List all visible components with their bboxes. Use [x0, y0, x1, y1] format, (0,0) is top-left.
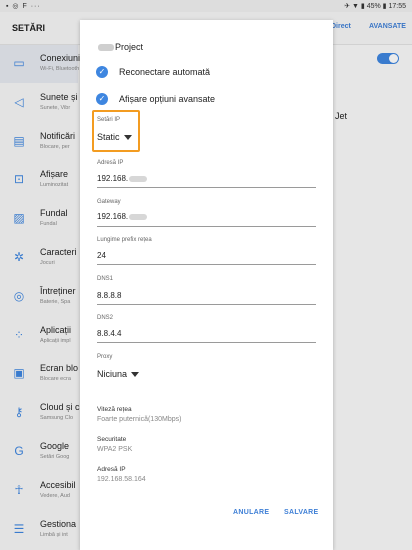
redacted-ip-octets — [129, 175, 148, 182]
gateway-input[interactable]: 192.168. — [97, 212, 148, 221]
prefix-length-input[interactable]: 24 — [97, 251, 106, 260]
security-value: WPA2 PSK — [97, 446, 133, 453]
ip-info-label: Adresă IP — [97, 466, 126, 473]
dns1-underline — [97, 304, 316, 305]
ip-address-underline — [97, 187, 316, 188]
ip-address-input[interactable]: 192.168. — [97, 174, 148, 183]
ip-address-label: Adresă IP — [97, 160, 124, 166]
ip-settings-dropdown[interactable]: Static — [97, 132, 132, 142]
ip-settings-value: Static — [97, 132, 120, 142]
proxy-label: Proxy — [97, 354, 113, 360]
show-advanced-checkbox[interactable]: ✓ — [96, 93, 108, 105]
redacted-gateway-octets — [129, 213, 148, 220]
prefix-length-label: Lungime prefix rețea — [97, 237, 152, 243]
ip-settings-label: Setări IP — [97, 117, 121, 123]
save-button[interactable]: SALVARE — [284, 509, 319, 516]
link-speed-label: Viteză rețea — [97, 406, 132, 413]
redacted-network-prefix — [98, 44, 114, 52]
auto-reconnect-checkbox[interactable]: ✓ — [96, 66, 108, 78]
wifi-network-dialog: Project ✓ Reconectare automată ✓ Afișare… — [80, 20, 333, 550]
prefix-length-underline — [97, 264, 316, 265]
chevron-down-icon — [123, 135, 132, 141]
proxy-dropdown[interactable]: Niciuna — [97, 369, 140, 379]
dns2-label: DNS2 — [97, 315, 114, 321]
cancel-button[interactable]: ANULARE — [233, 509, 269, 516]
security-label: Securitate — [97, 436, 127, 443]
chevron-down-icon — [131, 372, 140, 378]
gateway-value: 192.168. — [97, 212, 129, 221]
dns1-input[interactable]: 8.8.8.8 — [97, 291, 121, 300]
gateway-underline — [97, 226, 316, 227]
dialog-title: Project — [98, 42, 143, 52]
dns2-input[interactable]: 8.8.4.4 — [97, 329, 121, 338]
dns2-underline — [97, 342, 316, 343]
ip-address-value: 192.168. — [97, 174, 129, 183]
link-speed-value: Foarte puternică(130Mbps) — [97, 416, 182, 423]
show-advanced-label: Afișare opțiuni avansate — [119, 94, 216, 104]
auto-reconnect-label: Reconectare automată — [119, 67, 211, 77]
proxy-value: Niciuna — [97, 369, 128, 379]
network-name: Project — [115, 42, 144, 52]
ip-info-value: 192.168.58.164 — [97, 476, 146, 483]
dns1-label: DNS1 — [97, 276, 114, 282]
gateway-label: Gateway — [97, 199, 121, 205]
